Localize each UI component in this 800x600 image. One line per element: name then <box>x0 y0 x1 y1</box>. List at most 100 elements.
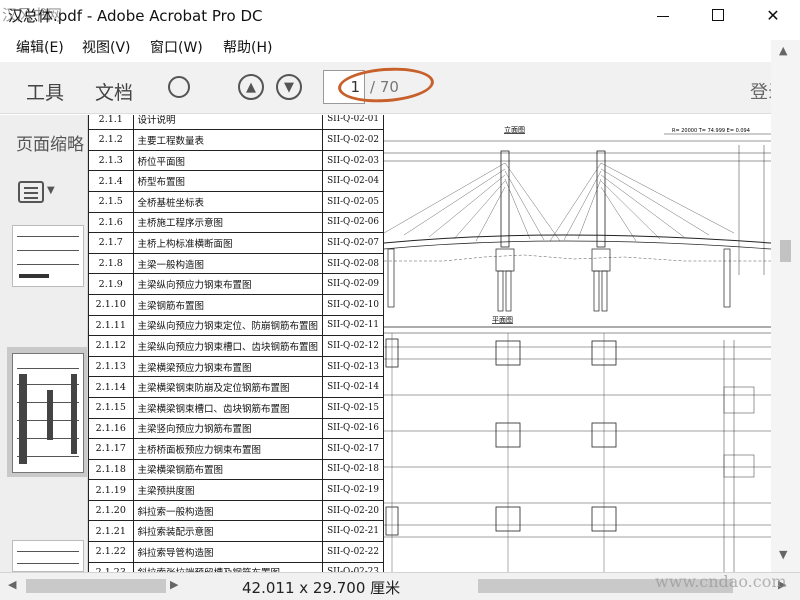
menu-help[interactable]: 帮助(H) <box>223 37 272 57</box>
row-number: 2.1.12 <box>88 335 134 357</box>
table-row: 2.1.8 主梁一般构造图 SII-Q-02-08 <box>88 252 384 275</box>
chevron-down-icon[interactable]: ▼ <box>47 185 55 196</box>
row-title: 主桥施工程序示意图 <box>132 211 324 234</box>
maximize-button[interactable] <box>695 0 741 30</box>
row-title: 主梁竖向预应力钢筋布置图 <box>132 417 324 440</box>
row-number: 2.1.19 <box>88 479 134 501</box>
row-code: SII-Q-02-14 <box>322 376 384 398</box>
row-title: 斜拉索一般构造图 <box>132 499 324 522</box>
row-number: 2.1.10 <box>88 293 134 316</box>
table-row: 2.1.15 主梁横梁钢束槽口、齿块钢筋布置图 SII-Q-02-15 <box>88 396 384 419</box>
row-number: 2.1.7 <box>88 232 134 254</box>
row-number: 2.1.13 <box>88 355 134 378</box>
scroll-down-icon[interactable]: ▼ <box>779 548 787 561</box>
table-row: 2.1.6 主桥施工程序示意图 SII-Q-02-06 <box>88 211 384 234</box>
thumbnails-title: 页面缩略 <box>16 135 84 155</box>
horizontal-scrollbar-left[interactable] <box>26 579 166 593</box>
table-row: 2.1.12 主梁纵向预应力钢束槽口、齿块钢筋布置图 SII-Q-02-12 <box>88 335 384 357</box>
row-code: SII-Q-02-03 <box>322 149 384 172</box>
row-number: 2.1.21 <box>88 520 134 543</box>
vertical-scrollbar[interactable]: ▲ ▼ <box>771 40 800 572</box>
row-title: 主梁预拱度图 <box>132 479 324 501</box>
watermark-bottom: www.cndao.com <box>655 572 787 591</box>
close-button[interactable]: ✕ <box>750 0 796 30</box>
row-title: 设计说明 <box>132 115 324 131</box>
row-title: 桥位平面图 <box>132 149 324 172</box>
menu-edit[interactable]: 编辑(E) <box>16 37 64 57</box>
row-code: SII-Q-02-10 <box>322 293 384 316</box>
table-row: 2.1.13 主梁横梁预应力钢束布置图 SII-Q-02-13 <box>88 355 384 378</box>
row-number: 2.1.8 <box>88 252 134 275</box>
page-thumbnail[interactable] <box>12 225 84 287</box>
row-number: 2.1.2 <box>88 129 134 151</box>
search-icon[interactable] <box>168 76 190 98</box>
row-code: SII-Q-02-07 <box>322 232 384 254</box>
table-row: 2.1.3 桥位平面图 SII-Q-02-03 <box>88 149 384 172</box>
table-row: 2.1.20 斜拉索一般构造图 SII-Q-02-20 <box>88 499 384 522</box>
scroll-right-icon[interactable]: ▶ <box>170 578 178 591</box>
row-code: SII-Q-02-21 <box>322 520 384 543</box>
row-code: SII-Q-02-17 <box>322 438 384 460</box>
row-code: SII-Q-02-23 <box>322 561 384 572</box>
row-title: 桥型布置图 <box>132 170 324 192</box>
table-row: 2.1.10 主梁钢筋布置图 SII-Q-02-10 <box>88 293 384 316</box>
menu-window[interactable]: 窗口(W) <box>150 37 203 57</box>
scrollbar-thumb[interactable] <box>780 240 791 262</box>
row-code: SII-Q-02-22 <box>322 541 384 563</box>
curve-parameters: R= 20000 T= 74.999 E= 0.094 <box>672 128 750 134</box>
table-row: 2.1.7 主桥上构标准横断面图 SII-Q-02-07 <box>88 232 384 254</box>
row-number: 2.1.5 <box>88 190 134 213</box>
table-row: 2.1.22 斜拉索导管构造图 SII-Q-02-22 <box>88 541 384 563</box>
watermark-top: 汉风书网 <box>2 6 63 24</box>
plan-title: 平面图 <box>492 316 513 324</box>
row-number: 2.1.6 <box>88 211 134 234</box>
row-title: 主桥桥面板预应力钢束布置图 <box>132 438 324 460</box>
row-number: 2.1.15 <box>88 396 134 419</box>
row-number: 2.1.4 <box>88 170 134 192</box>
row-number: 2.1.23 <box>88 561 134 572</box>
row-title: 主梁纵向预应力钢束槽口、齿块钢筋布置图 <box>132 335 324 357</box>
menu-view[interactable]: 视图(V) <box>82 37 131 57</box>
row-code: SII-Q-02-05 <box>322 190 384 213</box>
document-tab[interactable]: 文档 <box>95 78 133 105</box>
scroll-up-icon[interactable]: ▲ <box>779 44 787 57</box>
next-page-icon[interactable]: ▼ <box>276 74 302 100</box>
minimize-button[interactable] <box>640 0 686 30</box>
row-number: 2.1.18 <box>88 458 134 481</box>
elevation-title: 立面图 <box>504 125 525 134</box>
tools-tab[interactable]: 工具 <box>26 78 64 105</box>
row-number: 2.1.16 <box>88 417 134 440</box>
row-number: 2.1.9 <box>88 273 134 295</box>
table-row: 2.1.17 主桥桥面板预应力钢束布置图 SII-Q-02-17 <box>88 438 384 460</box>
row-code: SII-Q-02-04 <box>322 170 384 192</box>
row-number: 2.1.22 <box>88 541 134 563</box>
bridge-drawing: 立面图 R= 20000 T= 74.999 E= 0.094 平面图 <box>384 125 771 572</box>
scroll-left-icon[interactable]: ◀ <box>8 578 16 591</box>
maximize-icon <box>712 9 724 21</box>
row-code: SII-Q-02-16 <box>322 417 384 440</box>
row-number: 2.1.1 <box>88 115 134 131</box>
row-title: 主梁横梁钢束防崩及定位钢筋布置图 <box>132 376 324 398</box>
thumbnail-options-icon[interactable] <box>18 181 44 203</box>
table-row: 2.1.16 主梁竖向预应力钢筋布置图 SII-Q-02-16 <box>88 417 384 440</box>
minimize-icon <box>657 15 669 17</box>
document-view[interactable]: 2.1K2+792.0 会展北路浩然河桥SII-Q-022.1.1设计说明SII… <box>88 115 771 572</box>
table-row: 2.1.9 主梁纵向预应力钢束布置图 SII-Q-02-09 <box>88 273 384 295</box>
row-title: 主梁横梁钢束槽口、齿块钢筋布置图 <box>132 396 324 419</box>
drawing-index-table: 2.1K2+792.0 会展北路浩然河桥SII-Q-022.1.1设计说明SII… <box>88 115 384 572</box>
row-code: SII-Q-02-01 <box>322 115 384 131</box>
row-code: SII-Q-02-08 <box>322 252 384 275</box>
row-title: 主梁钢筋布置图 <box>132 293 324 316</box>
row-title: 斜拉索张拉端预留槽及钢筋布置图 <box>132 561 324 572</box>
table-row: 2.1.19 主梁预拱度图 SII-Q-02-19 <box>88 479 384 501</box>
table-row: 2.1.4 桥型布置图 SII-Q-02-04 <box>88 170 384 192</box>
page-thumbnail[interactable] <box>12 540 84 572</box>
row-title: 主梁纵向预应力钢束定位、防崩钢筋布置图 <box>132 314 324 337</box>
previous-page-icon[interactable]: ▲ <box>238 74 264 100</box>
table-row: 2.1.5 全桥基桩坐标表 SII-Q-02-05 <box>88 190 384 213</box>
row-code: SII-Q-02-06 <box>322 211 384 234</box>
page-thumbnail-selected[interactable] <box>12 353 84 473</box>
row-title: 斜拉索导管构造图 <box>132 541 324 563</box>
row-title: 主梁横梁钢筋布置图 <box>132 458 324 481</box>
table-row: 2.1.18 主梁横梁钢筋布置图 SII-Q-02-18 <box>88 458 384 481</box>
